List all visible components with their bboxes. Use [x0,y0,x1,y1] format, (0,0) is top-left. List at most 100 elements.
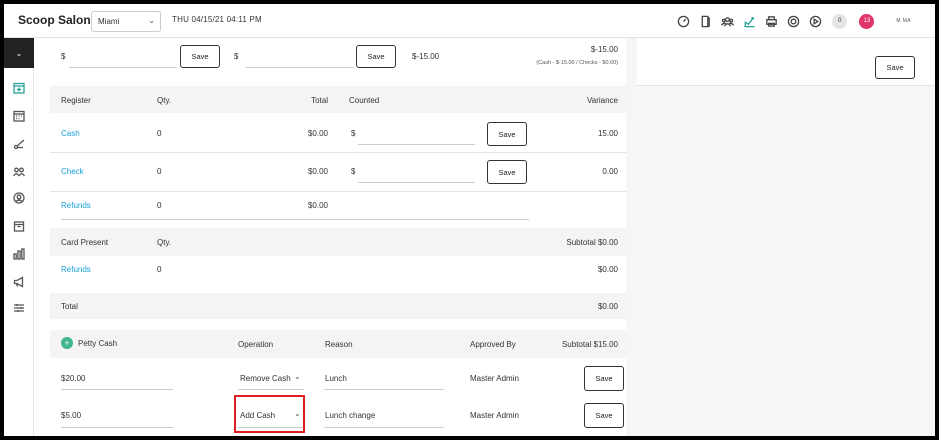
reason-input[interactable]: Lunch change [325,411,375,420]
header-actions: 0 13 M MA [672,11,911,31]
table-row: $5.00 Add Cash ⌄ Lunch change Master Adm… [50,398,626,436]
currency-symbol: $ [351,129,356,138]
user-menu[interactable]: M MA [896,18,911,24]
currency-symbol: $ [234,52,239,61]
petty-save-button[interactable]: Save [584,403,624,428]
col-total: Total [311,96,328,105]
settings-sliders-icon[interactable] [11,300,27,316]
products-icon[interactable] [11,218,27,234]
input-underline [61,427,173,428]
approved-by-value: Master Admin [470,374,519,383]
petty-cash-subtotal: Subtotal $15.00 [561,340,618,349]
chevron-down-icon: ⌄ [294,372,301,381]
clients-icon[interactable] [11,164,27,180]
col-counted: Counted [349,96,380,105]
refunds-total: $0.00 [307,201,328,210]
cash-variance: 15.00 [597,129,618,138]
register-closeout: $ Save $ Save $-15.00 $-15.00 (Cash - $-… [50,38,626,436]
col-approved-by: Approved By [470,340,516,349]
printer-icon[interactable] [760,11,782,31]
deposit-value: $-15.00 [412,52,440,61]
col-qty: Qty. [157,96,172,105]
petty-amount-input[interactable]: $20.00 [61,374,85,383]
door-icon[interactable] [694,11,716,31]
highlight-box [234,395,305,433]
cash-save-button[interactable]: Save [487,122,527,146]
card-refunds-link[interactable]: Refunds [61,265,91,274]
location-value: Miami [98,17,120,26]
current-datetime: THU 04/15/21 04:11 PM [172,15,262,24]
total-row: Total $0.00 [50,293,626,319]
location-select[interactable]: Miami ⌄ [91,11,161,32]
cash-link[interactable]: Cash [61,129,80,138]
users-group-icon[interactable] [716,11,738,31]
check-counted-input[interactable] [358,182,475,183]
deposit-input-2[interactable] [246,67,354,68]
col-qty: Qty. [157,238,172,247]
total-amount: $0.00 [597,302,618,311]
play-circle-icon[interactable] [804,11,826,31]
scissors-icon[interactable] [11,136,27,152]
sidebar-toggle[interactable]: ⌄ [4,38,34,68]
card-present-header-row: Card Present Qty. Subtotal $0.00 [50,228,626,256]
reports-icon[interactable] [11,246,27,262]
approved-by-value: Master Admin [470,411,519,420]
table-row: Refunds 0 $0.00 [50,257,626,287]
add-petty-cash-icon[interactable]: + [61,337,73,349]
card-refunds-qty: 0 [157,265,162,274]
check-save-button[interactable]: Save [487,160,527,184]
add-appointment-icon[interactable] [11,80,27,96]
save-button-2[interactable]: Save [356,45,396,68]
top-deposit-row: $ Save $ Save $-15.00 $-15.00 (Cash - $-… [50,38,626,85]
check-variance: 0.00 [602,167,618,176]
col-reason: Reason [325,340,353,349]
input-underline [324,427,444,428]
petty-amount-input[interactable]: $5.00 [61,411,81,420]
col-variance: Variance [587,96,618,105]
sidebar: ⌄ [4,38,34,436]
right-panel-background [626,38,935,436]
chart-upload-icon[interactable] [738,11,760,31]
col-card-present: Card Present [61,238,109,247]
panel-save-button[interactable]: Save [875,56,915,79]
summary-panel: Save [637,38,935,86]
cash-counted-input[interactable] [358,144,475,145]
table-row: Refunds 0 $0.00 [50,192,626,222]
counter-badge[interactable]: 0 [832,13,848,29]
col-petty-cash: Petty Cash [78,339,118,348]
card-present-subtotal: Subtotal $0.00 [566,238,618,247]
register-header-row: Register Qty. Total Counted Variance [50,86,626,113]
brand-name: Scoop Salon [18,13,91,27]
staff-icon[interactable] [11,190,27,206]
col-operation: Operation [238,340,274,349]
check-total: $0.00 [307,167,328,176]
cash-total: $0.00 [307,129,328,138]
table-row: Cash 0 $0.00 $ Save 15.00 [50,114,626,152]
card-refunds-amount: $0.00 [597,265,618,274]
gauge-icon[interactable] [672,11,694,31]
operation-select[interactable]: Remove Cash [240,374,291,383]
table-row: $20.00 Remove Cash ⌄ Lunch Master Admin … [50,359,626,397]
calendar-icon[interactable] [11,108,27,124]
input-underline [324,389,444,390]
marketing-icon[interactable] [11,274,27,290]
chevron-down-icon: ⌄ [148,16,155,25]
refunds-link[interactable]: Refunds [61,201,91,210]
row-underline [61,219,529,220]
petty-cash-header-row: + Petty Cash Operation Reason Approved B… [50,330,626,358]
top-header: Scoop Salon Miami ⌄ THU 04/15/21 04:11 P… [4,4,935,38]
save-button-1[interactable]: Save [180,45,220,68]
lifebuoy-icon[interactable] [782,11,804,31]
table-row: Check 0 $0.00 $ Save 0.00 [50,153,626,191]
summary-detail: (Cash - $-15.00 / Checks - $0.00) [536,60,618,66]
reason-input[interactable]: Lunch [325,374,347,383]
deposit-input-1[interactable] [69,67,177,68]
check-link[interactable]: Check [61,167,84,176]
currency-symbol: $ [61,52,66,61]
notification-badge[interactable]: 13 [859,13,875,29]
app-window: Scoop Salon Miami ⌄ THU 04/15/21 04:11 P… [4,4,935,436]
select-underline [238,389,304,390]
input-underline [61,389,173,390]
petty-save-button[interactable]: Save [584,366,624,391]
summary-value: $-15.00 [590,45,618,54]
